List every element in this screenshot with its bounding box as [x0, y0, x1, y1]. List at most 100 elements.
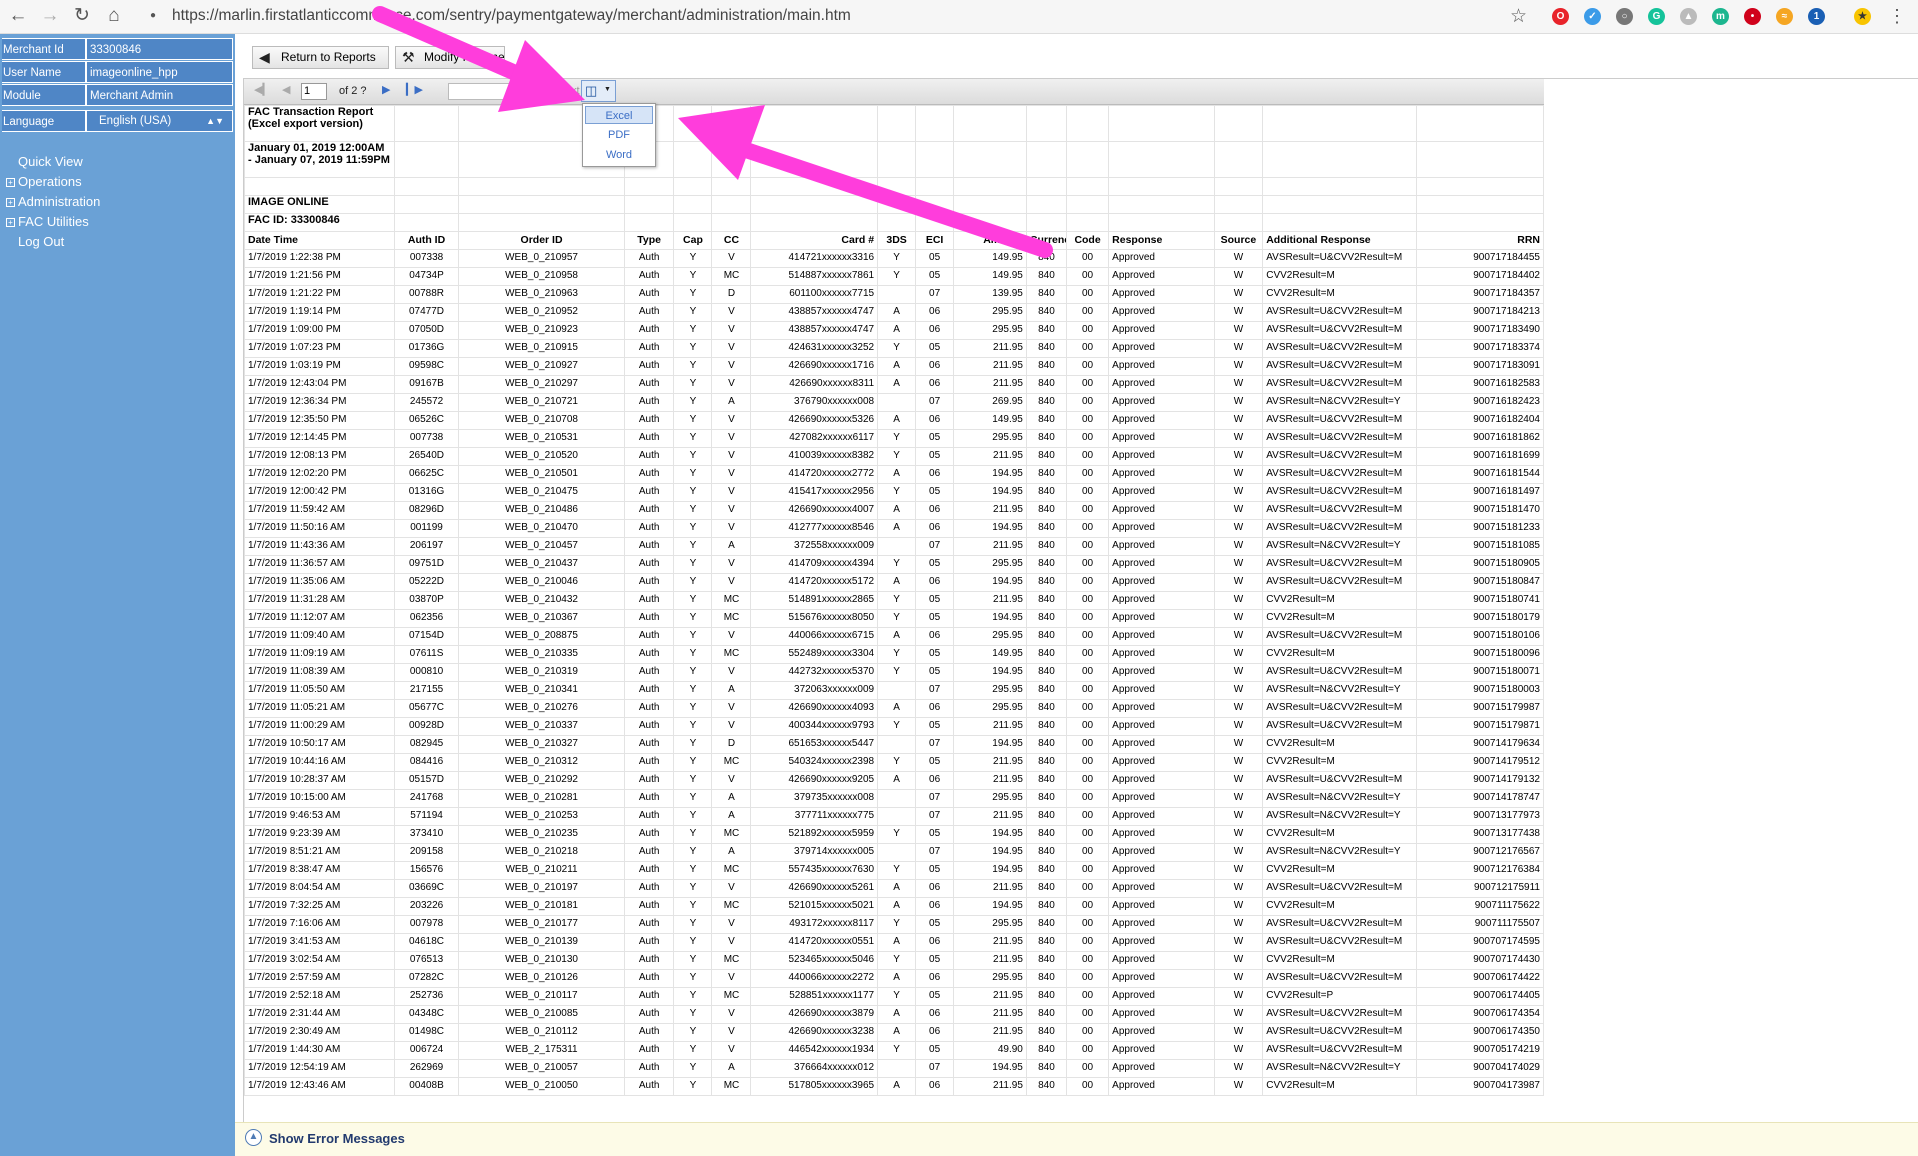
- profile-avatar[interactable]: ★: [1854, 8, 1871, 25]
- table-cell: 900713177973: [1416, 807, 1544, 826]
- table-row: 1/7/2019 9:23:39 AM 373410 WEB_0_210235 Aut…: [244, 825, 1544, 844]
- first-page-icon[interactable]: ◀▎: [254, 83, 271, 96]
- table-cell: WEB_0_210281: [458, 789, 625, 808]
- table-cell: 01316G: [393, 483, 460, 502]
- bookmark-star-icon[interactable]: ☆: [1510, 5, 1527, 28]
- table-cell: Approved: [1108, 393, 1215, 412]
- empty-cell: [673, 141, 713, 178]
- table-cell: Y: [673, 1077, 713, 1096]
- modify-parameters-button[interactable]: ⚒ Modify Parameters: [395, 46, 505, 69]
- forward-arrow-icon[interactable]: →: [38, 4, 62, 28]
- last-page-icon[interactable]: ▎▶: [406, 83, 423, 96]
- table-cell: Approved: [1108, 375, 1215, 394]
- table-cell: 217155: [393, 681, 460, 700]
- show-error-messages-link[interactable]: Show Error Messages: [269, 1131, 405, 1146]
- table-cell: 840: [1025, 591, 1067, 610]
- return-to-reports-button[interactable]: ◀ Return to Reports: [252, 46, 389, 69]
- table-cell: 840: [1025, 465, 1067, 484]
- table-cell: WEB_0_210139: [458, 933, 625, 952]
- nav-operations[interactable]: Operations: [18, 174, 82, 189]
- table-cell: 840: [1025, 1059, 1067, 1078]
- back-arrow-icon[interactable]: ←: [6, 4, 30, 28]
- m-extension-icon[interactable]: m: [1712, 8, 1729, 25]
- browser-menu-icon[interactable]: ⋮: [1888, 5, 1906, 27]
- table-cell: 1/7/2019 11:09:19 AM: [244, 645, 395, 664]
- table-cell: Approved: [1108, 645, 1215, 664]
- table-cell: 211.95: [953, 771, 1027, 790]
- nav-administration[interactable]: Administration: [18, 194, 100, 209]
- lastpass-extension-icon[interactable]: •: [1744, 8, 1761, 25]
- export-excel-option[interactable]: Excel: [585, 106, 653, 124]
- find-input[interactable]: [448, 83, 532, 100]
- empty-cell: [1416, 105, 1544, 142]
- nav-log-out[interactable]: Log Out: [18, 234, 64, 249]
- table-cell: 07: [915, 843, 955, 862]
- expand-plus-icon[interactable]: +: [6, 178, 15, 187]
- table-cell: 00: [1065, 933, 1110, 952]
- table-cell: Approved: [1108, 537, 1215, 556]
- table-cell: Y: [673, 393, 713, 412]
- table-cell: V: [711, 879, 752, 898]
- empty-cell: [1416, 213, 1544, 232]
- next-page-icon[interactable]: ▶: [382, 83, 390, 96]
- table-cell: V: [711, 375, 752, 394]
- language-select[interactable]: English (USA) ▲▼: [86, 110, 233, 132]
- export-button[interactable]: ◫ ▼: [581, 80, 616, 102]
- table-cell: 840: [1025, 285, 1067, 304]
- nav-quick-view[interactable]: Quick View: [18, 154, 83, 169]
- table-cell: Approved: [1108, 609, 1215, 628]
- table-cell: Approved: [1108, 591, 1215, 610]
- column-header: Response: [1108, 231, 1215, 250]
- table-cell: W: [1213, 861, 1264, 880]
- table-cell: Approved: [1108, 447, 1215, 466]
- table-cell: 209158: [393, 843, 460, 862]
- table-cell: 840: [1025, 1041, 1067, 1060]
- previous-page-icon[interactable]: ◀: [282, 83, 290, 96]
- table-row: 1/7/2019 8:04:54 AM 03669C WEB_0_210197 Aut…: [244, 879, 1544, 898]
- expand-plus-icon[interactable]: +: [6, 198, 15, 207]
- table-cell: V: [711, 1041, 752, 1060]
- export-word-option[interactable]: Word: [585, 146, 653, 164]
- table-cell: Y: [673, 789, 713, 808]
- opera-extension-icon[interactable]: O: [1552, 8, 1569, 25]
- table-cell: 1/7/2019 10:15:00 AM: [244, 789, 395, 808]
- table-cell: 840: [1025, 393, 1067, 412]
- collapse-up-icon[interactable]: ▲: [245, 1129, 262, 1146]
- table-cell: 05222D: [393, 573, 460, 592]
- table-cell: Auth: [623, 465, 675, 484]
- table-cell: V: [711, 771, 752, 790]
- table-cell: 1/7/2019 10:44:16 AM: [244, 753, 395, 772]
- table-cell: Y: [673, 753, 713, 772]
- table-cell: Approved: [1108, 249, 1215, 268]
- table-cell: W: [1213, 555, 1264, 574]
- table-cell: 446542xxxxxx1934: [750, 1041, 879, 1060]
- table-cell: 00: [1065, 267, 1110, 286]
- table-cell: WEB_0_210130: [458, 951, 625, 970]
- grammarly-extension-icon[interactable]: G: [1648, 8, 1665, 25]
- bird-extension-icon[interactable]: ✓: [1584, 8, 1601, 25]
- home-icon[interactable]: ⌂: [102, 4, 126, 28]
- address-bar[interactable]: ● https://marlin.firstatlanticcommerce.c…: [140, 4, 1535, 30]
- expand-plus-icon[interactable]: +: [6, 218, 15, 227]
- table-cell: WEB_0_210957: [458, 249, 625, 268]
- table-cell: WEB_2_175311: [458, 1041, 625, 1060]
- export-pdf-option[interactable]: PDF: [585, 126, 653, 144]
- table-cell: 00: [1065, 681, 1110, 700]
- reload-icon[interactable]: ↻: [70, 4, 94, 28]
- find-link[interactable]: Find: [536, 85, 557, 97]
- table-cell: 900716182423: [1416, 393, 1544, 412]
- rss-extension-icon[interactable]: ≈: [1776, 8, 1793, 25]
- circle-extension-icon[interactable]: ○: [1616, 8, 1633, 25]
- language-row: Language English (USA) ▲▼: [0, 110, 235, 132]
- table-cell: 149.95: [953, 645, 1027, 664]
- 1password-extension-icon[interactable]: 1: [1808, 8, 1825, 25]
- table-cell: 900711175507: [1416, 915, 1544, 934]
- next-link[interactable]: Next: [557, 85, 580, 97]
- page-number-input[interactable]: 1: [301, 83, 327, 100]
- person-extension-icon[interactable]: ▲: [1680, 8, 1697, 25]
- nav-fac-utilities[interactable]: FAC Utilities: [18, 214, 89, 229]
- table-cell: 00: [1065, 357, 1110, 376]
- table-cell: 00: [1065, 501, 1110, 520]
- table-cell: Auth: [623, 519, 675, 538]
- table-cell: Auth: [623, 483, 675, 502]
